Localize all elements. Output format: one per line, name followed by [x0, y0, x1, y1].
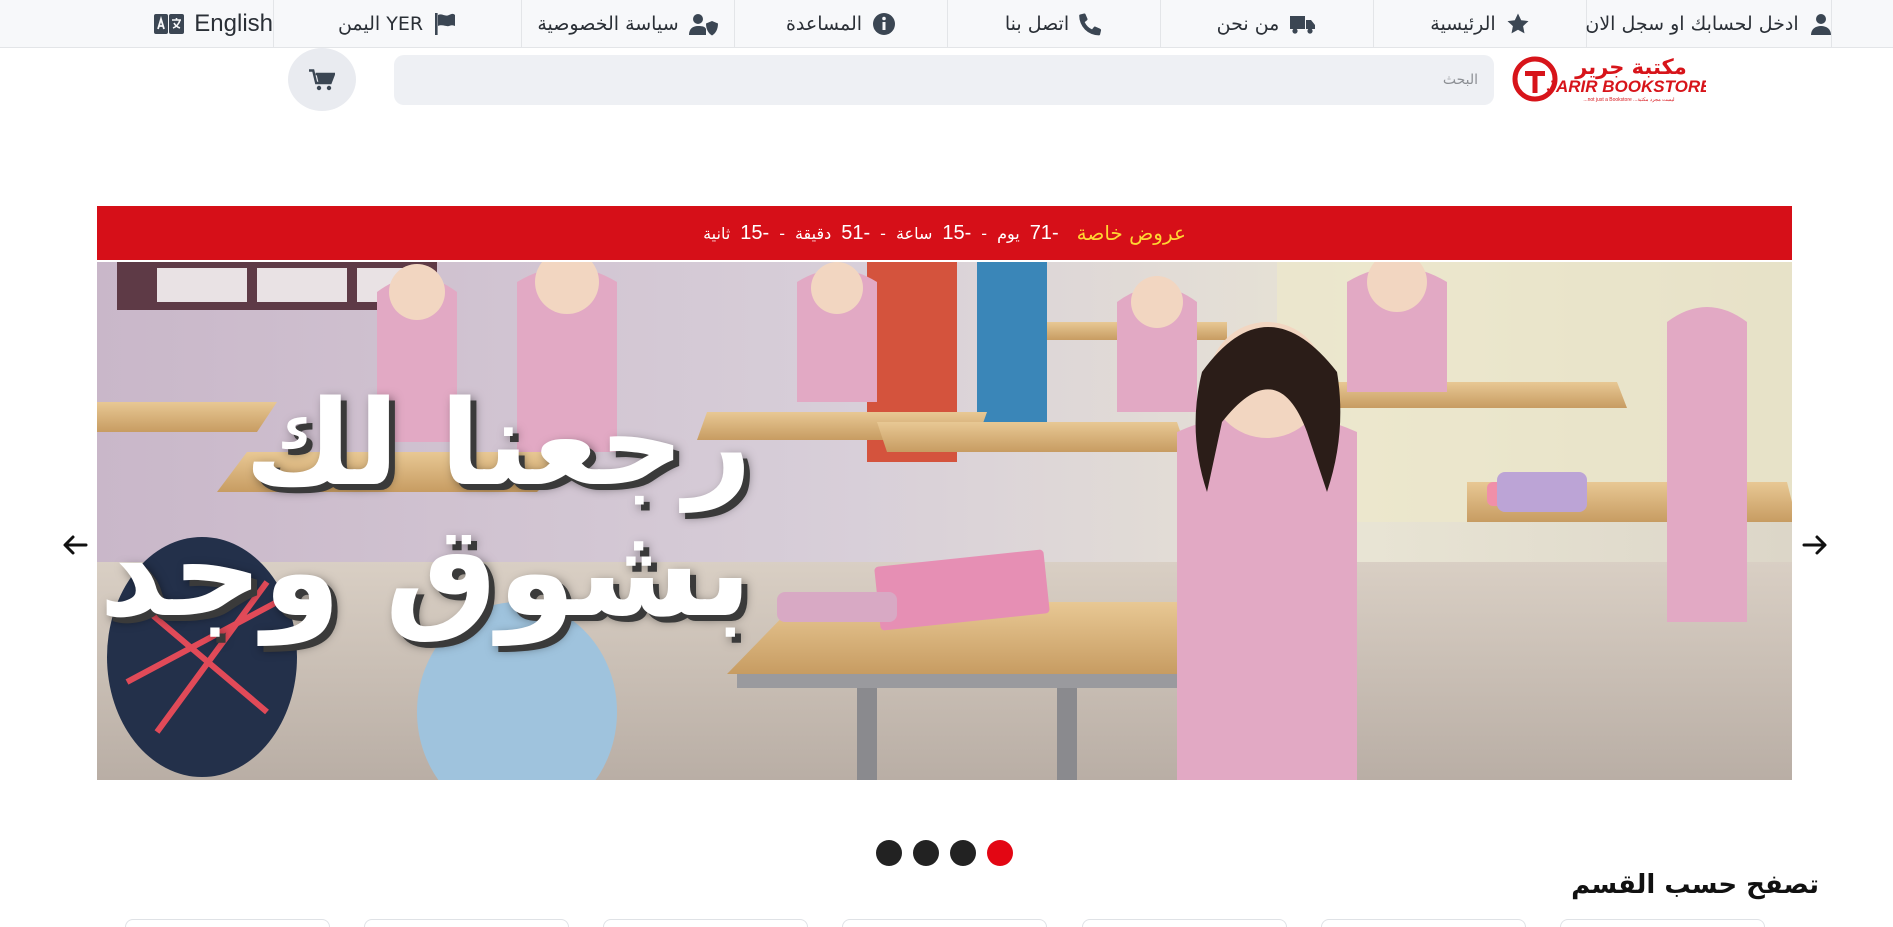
hero-banner[interactable]: رجعنا لك بشوق وجد — [97, 262, 1792, 780]
countdown-separator: - — [779, 223, 785, 243]
truck-icon — [1290, 16, 1316, 34]
user-shield-icon — [688, 14, 718, 36]
cart-icon — [309, 68, 335, 90]
countdown-seconds-value: -15 — [740, 221, 770, 244]
countdown-days-value: -71 — [1029, 221, 1059, 244]
nav-contact-label: اتصل بنا — [1004, 13, 1070, 35]
top-nav-bar: ادخل لحسابك او سجل الان الرئيسية من نحن … — [0, 0, 1893, 48]
logo-tagline: ...not just a Bookstore ...ليست مجرد مكت… — [1583, 97, 1675, 103]
countdown-minutes-label: دقيقة — [794, 223, 832, 243]
category-card[interactable] — [364, 919, 570, 927]
info-circle-icon — [873, 13, 896, 35]
category-card[interactable] — [1081, 919, 1287, 927]
nav-home-label: الرئيسية — [1430, 13, 1496, 35]
countdown-seconds-label: ثانية — [703, 223, 731, 243]
carousel-dot[interactable] — [876, 840, 902, 866]
user-icon — [1810, 14, 1831, 35]
nav-privacy-label: سياسة الخصوصية — [537, 13, 679, 35]
category-card[interactable] — [603, 919, 809, 927]
cart-button[interactable] — [288, 48, 356, 111]
countdown-hours-label: ساعة — [895, 223, 933, 243]
currency-label: اليمن YER — [337, 13, 424, 35]
arrow-right-icon — [1802, 535, 1827, 555]
nav-login-label: ادخل لحسابك او سجل الان — [1585, 13, 1799, 35]
banner-headline-line1: رجعنا لك — [244, 374, 752, 512]
carousel-dot-active[interactable] — [987, 840, 1013, 866]
top-nav-items: ادخل لحسابك او سجل الان الرئيسية من نحن … — [137, 0, 1832, 48]
nav-privacy[interactable]: سياسة الخصوصية — [521, 0, 734, 48]
countdown-separator: - — [880, 223, 886, 243]
carousel-dot[interactable] — [913, 840, 939, 866]
arrow-left-icon — [63, 535, 88, 555]
carousel-indicators — [876, 840, 1013, 866]
countdown-hours-value: -15 — [942, 221, 972, 244]
category-cards-row — [125, 919, 1765, 927]
star-icon — [1507, 13, 1529, 34]
countdown-days-label: يوم — [997, 223, 1020, 243]
logo-arabic-text: مكتبة جرير — [1574, 55, 1687, 79]
category-card[interactable] — [125, 919, 330, 927]
jarir-logo[interactable]: مكتبة جرير JARIR BOOKSTORE ...not just a… — [1511, 54, 1706, 104]
countdown-separator: - — [981, 223, 988, 243]
nav-login-register[interactable]: ادخل لحسابك او سجل الان — [1585, 0, 1832, 48]
offer-title: عروض خاصة — [1076, 221, 1186, 245]
nav-help-label: المساعدة — [785, 13, 863, 35]
category-card[interactable] — [1559, 919, 1765, 927]
language-switch[interactable]: English — [138, 0, 273, 48]
logo-english-text: JARIR BOOKSTORE — [1547, 77, 1707, 96]
nav-about-label: من نحن — [1216, 13, 1280, 35]
nav-contact[interactable]: اتصل بنا — [947, 0, 1160, 48]
banner-headline: رجعنا لك بشوق وجد — [99, 374, 752, 645]
language-icon — [154, 14, 185, 34]
category-card[interactable] — [1320, 919, 1526, 927]
nav-help[interactable]: المساعدة — [734, 0, 947, 48]
currency-selector[interactable]: اليمن YER — [273, 0, 521, 48]
countdown-minutes-value: -51 — [841, 221, 871, 244]
carousel-dot[interactable] — [950, 840, 976, 866]
carousel-prev-button[interactable] — [61, 531, 89, 559]
language-label: English — [194, 10, 273, 37]
nav-about[interactable]: من نحن — [1160, 0, 1373, 48]
flag-icon — [435, 13, 456, 35]
category-card[interactable] — [842, 919, 1048, 927]
banner-headline-line2: بشوق وجد — [99, 497, 752, 645]
search-input[interactable] — [394, 55, 1494, 105]
special-offers-countdown: عروض خاصة -71 يوم - -15 ساعة - -51 دقيقة… — [97, 206, 1792, 260]
nav-home[interactable]: الرئيسية — [1373, 0, 1586, 48]
phone-icon — [1079, 13, 1102, 36]
carousel-next-button[interactable] — [1801, 531, 1829, 559]
browse-by-category-title: تصفح حسب القسم — [1571, 870, 1819, 900]
